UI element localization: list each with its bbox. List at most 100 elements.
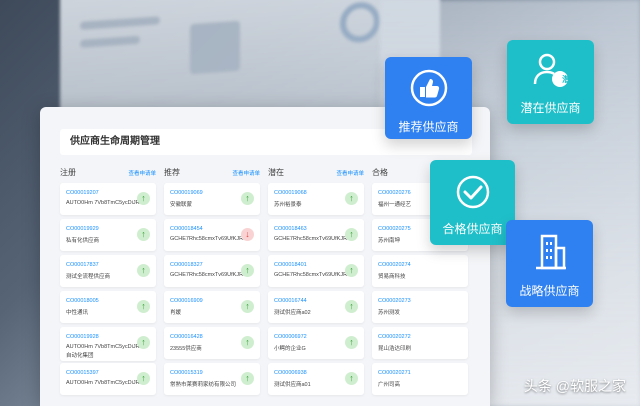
column-header: 推荐 查看申请单 xyxy=(164,165,260,183)
promote-arrow-icon[interactable]: ↑ xyxy=(345,300,358,313)
supplier-code[interactable]: CO00020276 xyxy=(378,190,411,196)
supplier-card[interactable]: CO00018454 GCHE7Rhc58cmxTv69UfKJRd ↓ xyxy=(164,219,260,251)
promote-arrow-icon[interactable]: ↑ xyxy=(137,228,150,241)
supplier-card[interactable]: CO00019928 AUTO0Hm 7Vb8TmC5ycDiJR0 自动化集团 ↑ xyxy=(60,327,156,361)
supplier-code[interactable]: CO00020273 xyxy=(378,298,411,304)
column-title: 合格 xyxy=(372,168,388,177)
demote-arrow-icon[interactable]: ↓ xyxy=(241,228,254,241)
supplier-card[interactable]: CO00019207 AUTO0Hm 7Vb8TmC5ycDiJR0 ↑ xyxy=(60,183,156,215)
building-icon xyxy=(535,234,566,270)
view-applications-link[interactable]: 查看申请单 xyxy=(128,169,156,177)
supplier-code[interactable]: CO00015397 xyxy=(66,370,99,376)
column-header: 注册 查看申请单 xyxy=(60,165,156,183)
supplier-card[interactable]: CO00018401 GCHE7Rhc58cmxTv69UfKJRd ↑ xyxy=(268,255,364,287)
supplier-code[interactable]: CO00019929 xyxy=(66,226,99,232)
supplier-code[interactable]: CO00019207 xyxy=(66,190,99,196)
view-applications-link[interactable]: 查看申请单 xyxy=(232,169,260,177)
supplier-code[interactable]: CO00019928 xyxy=(66,334,99,340)
promote-arrow-icon[interactable]: ↑ xyxy=(345,336,358,349)
thumbs-up-icon xyxy=(410,69,447,107)
qualified-supplier-tile[interactable]: 合格供应商 xyxy=(430,160,515,245)
supplier-card[interactable]: CO00016428 23555供应商 ↑ xyxy=(164,327,260,359)
supplier-card[interactable]: CO00020271 广州司高 xyxy=(372,363,468,395)
supplier-code[interactable]: CO00016744 xyxy=(274,298,307,304)
column-2: 潜在 查看申请单 CO00019068 苏州裕景泰 ↑ CO00018463 GCHE7Rh… xyxy=(268,165,364,406)
column-0: 注册 查看申请单 CO00019207 AUTO0Hm 7Vb8TmC5ycDiJR0… xyxy=(60,165,156,406)
supplier-code[interactable]: CO00020271 xyxy=(378,370,411,376)
supplier-name: 23555供应商 xyxy=(170,346,202,352)
supplier-name: AUTO0Hm 7Vb8TmC5ycDiJR0 xyxy=(66,344,140,350)
supplier-code[interactable]: CO00018005 xyxy=(66,298,99,304)
promote-arrow-icon[interactable]: ↑ xyxy=(241,264,254,277)
supplier-name: 测试供应商a01 xyxy=(274,382,311,388)
supplier-name: 昆山浩达印刷 xyxy=(378,346,412,352)
supplier-name: 小鳄的企业G xyxy=(274,346,306,352)
promote-arrow-icon[interactable]: ↑ xyxy=(345,264,358,277)
supplier-code[interactable]: CO00018463 xyxy=(274,226,307,232)
tile-label: 战略供应商 xyxy=(519,284,580,298)
promote-arrow-icon[interactable]: ↑ xyxy=(241,300,254,313)
supplier-code[interactable]: CO00015319 xyxy=(170,370,203,376)
supplier-card[interactable]: CO00019068 苏州裕景泰 ↑ xyxy=(268,183,364,215)
supplier-code[interactable]: CO00018401 xyxy=(274,262,307,268)
supplier-card[interactable]: CO00019929 私有化供应商 ↑ xyxy=(60,219,156,251)
supplier-card[interactable]: CO00020273 苏州测发 xyxy=(372,291,468,323)
supplier-card[interactable]: CO00018463 GCHE7Rhc58cmxTv69UfKJRd ↑ xyxy=(268,219,364,251)
promote-arrow-icon[interactable]: ↑ xyxy=(137,300,150,313)
supplier-name: 测试供应商a02 xyxy=(274,310,311,316)
supplier-card[interactable]: CO00016744 测试供应商a02 ↑ xyxy=(268,291,364,323)
strategic-supplier-tile[interactable]: 战略供应商 xyxy=(506,220,593,307)
promote-arrow-icon[interactable]: ↑ xyxy=(137,336,150,349)
promote-arrow-icon[interactable]: ↑ xyxy=(345,372,358,385)
supplier-card[interactable]: CO00018005 中性通讯 ↑ xyxy=(60,291,156,323)
supplier-card[interactable]: CO00006938 测试供应商a01 ↑ xyxy=(268,363,364,395)
supplier-card[interactable]: CO00018327 GCHE7Rhc58cmxTv69UfKJRd ↑ xyxy=(164,255,260,287)
supplier-card[interactable]: CO00016909 肖媛 ↑ xyxy=(164,291,260,323)
supplier-code[interactable]: CO00018454 xyxy=(170,226,203,232)
potential-badge-text: 潜 xyxy=(562,75,570,84)
supplier-card[interactable]: CO00006972 小鳄的企业G ↑ xyxy=(268,327,364,359)
supplier-name: 私有化供应商 xyxy=(66,238,100,244)
supplier-code[interactable]: CO00020272 xyxy=(378,334,411,340)
supplier-name-extra: 自动化集团 xyxy=(66,353,94,359)
view-applications-link[interactable]: 查看申请单 xyxy=(336,169,364,177)
supplier-code[interactable]: CO00016909 xyxy=(170,298,203,304)
supplier-code[interactable]: CO00016428 xyxy=(170,334,203,340)
promote-arrow-icon[interactable]: ↑ xyxy=(241,192,254,205)
supplier-card[interactable]: CO00015319 常熟市莱赛莉家纺有限公司 ↑ xyxy=(164,363,260,395)
supplier-name: 苏州裕景泰 xyxy=(274,202,302,208)
supplier-name: 常熟市莱赛莉家纺有限公司 xyxy=(170,382,237,388)
column-header: 潜在 查看申请单 xyxy=(268,165,364,183)
supplier-card[interactable]: CO00019069 安徽联蒙 ↑ xyxy=(164,183,260,215)
supplier-card[interactable]: CO00020272 昆山浩达印刷 xyxy=(372,327,468,359)
supplier-card[interactable]: CO00020274 贸易商科技 xyxy=(372,255,468,287)
supplier-code[interactable]: CO00019069 xyxy=(170,190,203,196)
supplier-card[interactable]: CO00017837 测试全流程供应商 ↑ xyxy=(60,255,156,287)
recommended-supplier-tile[interactable]: 推荐供应商 xyxy=(385,57,472,139)
promote-arrow-icon[interactable]: ↑ xyxy=(241,336,254,349)
promote-arrow-icon[interactable]: ↑ xyxy=(345,192,358,205)
supplier-card[interactable]: CO00015397 AUTO0Hm 7Vb8TmC5ycDiJR0 ↑ xyxy=(60,363,156,395)
supplier-code[interactable]: CO00020274 xyxy=(378,262,411,268)
supplier-code[interactable]: CO00018327 xyxy=(170,262,203,268)
tile-label: 潜在供应商 xyxy=(520,101,581,115)
potential-supplier-tile[interactable]: 潜 潜在供应商 xyxy=(507,40,594,124)
supplier-code[interactable]: CO00020275 xyxy=(378,226,411,232)
bg-bar xyxy=(80,16,160,30)
supplier-code[interactable]: CO00006938 xyxy=(274,370,307,376)
column-1: 推荐 查看申请单 CO00019069 安徽联蒙 ↑ CO00018454 GCHE7Rhc… xyxy=(164,165,260,406)
promote-arrow-icon[interactable]: ↑ xyxy=(345,228,358,241)
promote-arrow-icon[interactable]: ↑ xyxy=(137,264,150,277)
column-title: 潜在 xyxy=(268,168,284,177)
supplier-name: 测试全流程供应商 xyxy=(66,274,111,280)
promote-arrow-icon[interactable]: ↑ xyxy=(137,372,150,385)
supplier-name: 肖媛 xyxy=(170,310,182,316)
supplier-code[interactable]: CO00006972 xyxy=(274,334,307,340)
promote-arrow-icon[interactable]: ↑ xyxy=(137,192,150,205)
promote-arrow-icon[interactable]: ↑ xyxy=(241,372,254,385)
supplier-name: GCHE7Rhc58cmxTv69UfKJRd xyxy=(170,236,244,242)
supplier-code[interactable]: CO00017837 xyxy=(66,262,99,268)
tile-label: 合格供应商 xyxy=(442,222,503,236)
supplier-name: GCHE7Rhc58cmxTv69UfKJRd xyxy=(170,272,244,278)
supplier-code[interactable]: CO00019068 xyxy=(274,190,307,196)
